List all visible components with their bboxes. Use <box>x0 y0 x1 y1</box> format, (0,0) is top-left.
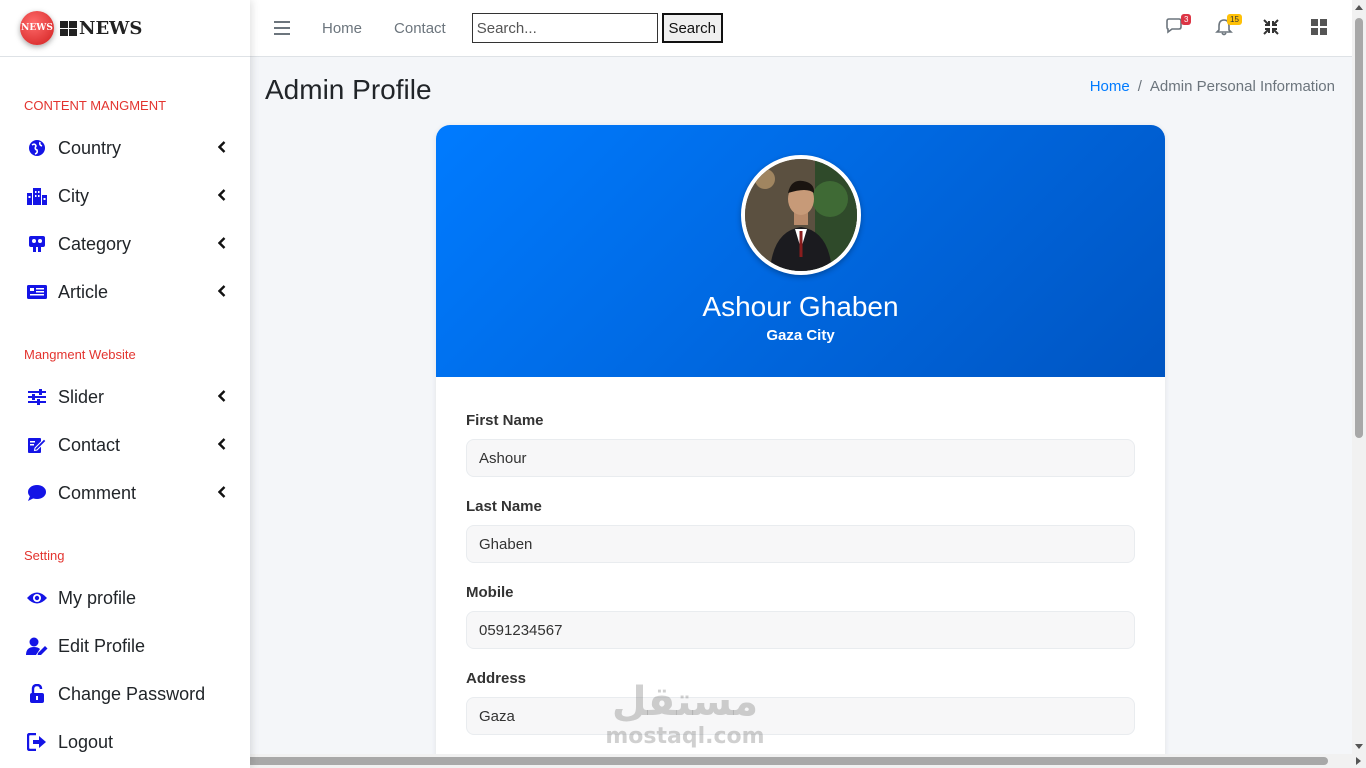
avatar <box>741 155 861 275</box>
sidebar: NEWS NEWS CONTENT MANGMENT Country City … <box>0 0 250 768</box>
chevron-left-icon <box>217 437 226 455</box>
section-header-setting: Setting <box>24 548 65 563</box>
profile-name: Ashour Ghaben <box>702 291 899 322</box>
address-field[interactable] <box>466 697 1135 735</box>
last-name-field[interactable] <box>466 525 1135 563</box>
notifications-icon[interactable]: 15 <box>1215 14 1242 38</box>
breadcrumb-separator: / <box>1137 78 1142 95</box>
sidebar-item-my-profile[interactable]: My profile <box>0 578 250 618</box>
topbar: Home Contact Search 3 15 <box>250 0 1352 57</box>
chevron-left-icon <box>217 284 226 302</box>
sidebar-item-label: Article <box>58 281 109 302</box>
sidebar-item-label: My profile <box>58 587 137 608</box>
sliders-icon <box>26 387 48 407</box>
chevron-left-icon <box>217 140 226 158</box>
city-icon <box>26 186 48 206</box>
sidebar-item-label: Contact <box>58 434 121 455</box>
sidebar-item-contact[interactable]: Contact <box>0 425 250 465</box>
breadcrumb-home[interactable]: Home <box>1090 78 1130 95</box>
profile-card-header: Ashour Ghaben Gaza City <box>436 125 1165 377</box>
chevron-left-icon <box>217 485 226 503</box>
sidebar-item-label: Comment <box>58 482 137 503</box>
sidebar-item-logout[interactable]: Logout <box>0 722 250 762</box>
section-header-website: Mangment Website <box>24 347 136 362</box>
sidebar-item-country[interactable]: Country <box>0 128 250 168</box>
breadcrumb-current: Admin Personal Information <box>1149 78 1335 95</box>
profile-card: Ashour Ghaben Gaza City First Name Last … <box>436 125 1165 765</box>
messages-badge: 3 <box>1181 14 1192 25</box>
brand-name-wrap: NEWS <box>60 18 142 39</box>
nav-link-contact[interactable]: Contact <box>394 20 446 37</box>
field-label-address: Address <box>466 670 527 687</box>
globe-icon <box>26 138 48 158</box>
chevron-left-icon <box>217 188 226 206</box>
sidebar-item-city[interactable]: City <box>0 176 250 216</box>
sidebar-item-label: Country <box>58 137 122 158</box>
comment-icon <box>26 483 48 503</box>
scroll-down-arrow-icon[interactable] <box>1355 744 1363 749</box>
chevron-left-icon <box>217 236 226 254</box>
menu-icon[interactable] <box>274 21 290 35</box>
vertical-scrollbar[interactable] <box>1352 0 1366 754</box>
search-input[interactable] <box>471 13 658 43</box>
nav-link-home[interactable]: Home <box>322 20 362 37</box>
sidebar-item-edit-profile[interactable]: Edit Profile <box>0 626 250 666</box>
sidebar-item-change-password[interactable]: Change Password <box>0 674 250 714</box>
brand-logo: NEWS <box>20 11 54 45</box>
lock-open-icon <box>26 684 48 704</box>
page-title: Admin Profile <box>265 74 432 105</box>
article-icon <box>26 282 48 302</box>
field-label-first-name: First Name <box>466 412 544 429</box>
mobile-field[interactable] <box>466 611 1135 649</box>
edit-icon <box>26 435 48 455</box>
sidebar-item-category[interactable]: Category <box>0 224 250 264</box>
breadcrumb: Home / Admin Personal Information <box>1090 78 1335 95</box>
brand-grid-icon <box>60 20 77 36</box>
sidebar-item-label: Category <box>58 233 132 254</box>
brand-name: NEWS <box>79 17 143 39</box>
eye-icon <box>26 588 48 608</box>
scroll-up-arrow-icon[interactable] <box>1355 5 1363 10</box>
fullscreen-exit-icon[interactable] <box>1262 18 1282 38</box>
sidebar-item-comment[interactable]: Comment <box>0 473 250 513</box>
sidebar-item-label: Change Password <box>58 683 206 704</box>
chevron-left-icon <box>217 389 226 407</box>
sidebar-item-label: Slider <box>58 386 105 407</box>
first-name-field[interactable] <box>466 439 1135 477</box>
sidebar-item-article[interactable]: Article <box>0 272 250 312</box>
messages-icon[interactable]: 3 <box>1165 14 1192 38</box>
field-label-mobile: Mobile <box>466 584 514 601</box>
apps-grid-icon[interactable] <box>1310 18 1330 38</box>
notifications-badge: 15 <box>1227 14 1242 25</box>
brand[interactable]: NEWS NEWS <box>0 0 250 57</box>
field-label-last-name: Last Name <box>466 498 542 515</box>
sidebar-item-label: Edit Profile <box>58 635 146 656</box>
sidebar-item-label: Logout <box>58 731 114 752</box>
sidebar-item-slider[interactable]: Slider <box>0 377 250 417</box>
vertical-scrollbar-thumb[interactable] <box>1355 18 1363 438</box>
user-edit-icon <box>26 636 48 656</box>
section-header-content: CONTENT MANGMENT <box>24 98 167 113</box>
profile-city: Gaza City <box>766 327 835 344</box>
logout-icon <box>26 732 48 752</box>
search-button[interactable]: Search <box>661 13 723 43</box>
category-icon <box>26 234 48 254</box>
scroll-right-arrow-icon[interactable] <box>1356 757 1361 765</box>
sidebar-item-label: City <box>58 185 89 206</box>
